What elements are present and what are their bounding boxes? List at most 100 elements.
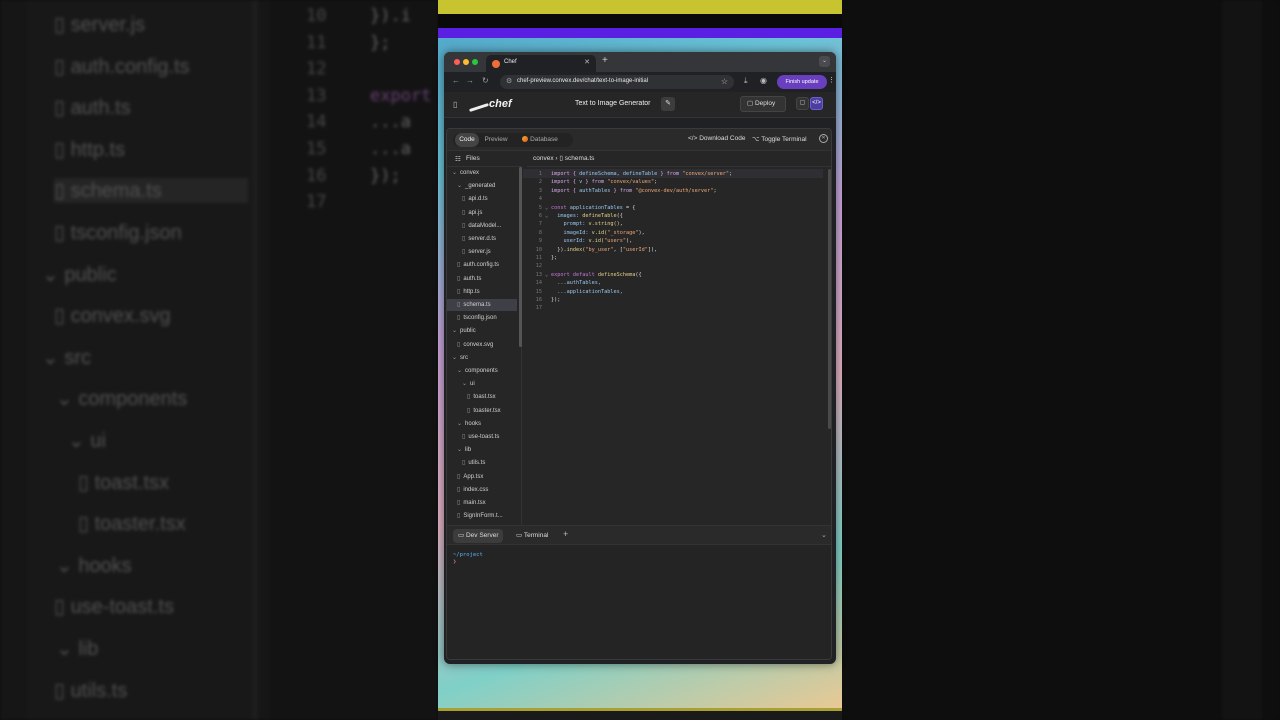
back-icon[interactable]: ← bbox=[452, 76, 460, 85]
file-tree-item[interactable]: ▯ toast.tsx bbox=[447, 391, 517, 403]
file-tree-item[interactable]: ▯ toaster.tsx bbox=[447, 405, 517, 417]
download-icon[interactable]: ⤓ bbox=[744, 76, 748, 86]
browser-window: Chef ✕ + ⌄ ← → ↻ ⚙ chef-preview.convex.d… bbox=[444, 52, 836, 664]
file-icon: ▯ bbox=[462, 196, 466, 203]
file-tree-item[interactable]: ▯ api.js bbox=[447, 207, 517, 219]
code-token: } from bbox=[582, 179, 608, 186]
file-tree-item[interactable]: ▯ SignInForm.t... bbox=[447, 510, 517, 522]
terminal-prompt: ❯ bbox=[453, 559, 457, 565]
chat-view-icon[interactable]: ▢ bbox=[796, 97, 809, 110]
file-tree-item[interactable]: ▯ http.ts bbox=[447, 286, 517, 298]
code-token: ({ bbox=[616, 213, 623, 219]
url-field[interactable]: ⚙ chef-preview.convex.dev/chat/text-to-i… bbox=[500, 75, 734, 89]
file-tree-label: server.js bbox=[468, 249, 491, 256]
file-tree: ⌄ convex ⌄ _generated ▯ api.d.ts ▯ api.js ▯ dataM… bbox=[447, 167, 522, 525]
file-tree-scrollbar[interactable] bbox=[519, 167, 522, 347]
file-tree-item[interactable]: ⌄ hooks bbox=[447, 418, 517, 430]
code-line: 17 bbox=[523, 304, 829, 313]
tab-database[interactable]: Database bbox=[515, 133, 565, 147]
file-tree-item[interactable]: ▯ schema.ts bbox=[447, 299, 517, 311]
file-tree-item[interactable]: ▯ dataModel... bbox=[447, 220, 517, 232]
file-tree-item[interactable]: ▯ tsconfig.json bbox=[447, 312, 517, 324]
file-tree-item[interactable]: ▯ auth.ts bbox=[447, 273, 517, 285]
background-file-item: ⌄ components bbox=[56, 388, 188, 411]
code-text: userId: v.id("users"), bbox=[551, 238, 632, 244]
collapse-panel-icon[interactable]: ⌄ bbox=[821, 531, 827, 539]
file-tree-item[interactable]: ⌄ public bbox=[447, 325, 517, 337]
file-tree-label: hooks bbox=[465, 420, 482, 427]
code-token: } from bbox=[657, 171, 683, 177]
close-window-button[interactable] bbox=[454, 59, 460, 65]
tab-preview[interactable]: Preview bbox=[481, 133, 511, 147]
file-tree-item[interactable]: ▯ server.js bbox=[447, 246, 517, 258]
file-tree-item[interactable]: ▯ main.tsx bbox=[447, 497, 517, 509]
folder-chevron-icon: ⌄ bbox=[457, 447, 463, 454]
close-tab-icon[interactable]: ✕ bbox=[584, 58, 590, 66]
toggle-terminal-button[interactable]: ⌥ Toggle Terminal bbox=[752, 135, 807, 143]
folder-chevron-icon: ⌄ bbox=[457, 183, 463, 190]
tab-terminal[interactable]: ▭ Terminal bbox=[511, 529, 553, 543]
folder-chevron-icon: ⌄ bbox=[457, 368, 463, 374]
folder-chevron-icon: ⌄ bbox=[457, 420, 463, 427]
reload-icon[interactable]: ↻ bbox=[482, 76, 489, 85]
tab-search-icon[interactable]: ⌄ bbox=[819, 56, 830, 67]
file-tree-label: main.tsx bbox=[463, 500, 486, 506]
file-tree-item[interactable]: ⌄ lib bbox=[447, 444, 517, 456]
file-tree-label: schema.ts bbox=[463, 302, 491, 308]
tab-code[interactable]: Code bbox=[455, 133, 479, 147]
code-token: "convex/server" bbox=[682, 171, 730, 177]
breadcrumb-folder[interactable]: convex bbox=[533, 155, 554, 162]
file-tree-item[interactable]: ▯ App.tsx bbox=[447, 471, 517, 483]
file-tree-item[interactable]: ▯ convex.svg bbox=[447, 339, 517, 351]
breadcrumb-file[interactable]: schema.ts bbox=[565, 155, 595, 162]
edit-title-pencil-icon[interactable]: ✎ bbox=[661, 97, 675, 111]
file-tree-item[interactable]: ⌄ ui bbox=[447, 378, 517, 390]
file-tree-item[interactable]: ▯ utils.ts bbox=[447, 457, 517, 469]
file-tree-item[interactable]: ▯ server.d.ts bbox=[447, 233, 517, 245]
file-tree-item[interactable]: ⌄ src bbox=[447, 352, 517, 364]
file-tree-item[interactable]: ⌄ _generated bbox=[447, 180, 517, 192]
site-info-icon[interactable]: ⚙ bbox=[506, 77, 512, 85]
tab-dev-server[interactable]: ▭ Dev Server bbox=[453, 529, 504, 543]
file-icon: ▯ bbox=[462, 460, 466, 467]
file-tree-item[interactable]: ▯ use-toast.ts bbox=[447, 431, 517, 443]
file-icon: ▯ bbox=[457, 486, 461, 493]
files-label: Files bbox=[466, 155, 480, 162]
file-tree-label: api.d.ts bbox=[468, 196, 488, 203]
file-tree-item[interactable]: ⌄ components bbox=[447, 365, 517, 377]
file-tree-item[interactable]: ▯ auth.config.ts bbox=[447, 259, 517, 271]
download-code-button[interactable]: </> Download Code bbox=[688, 135, 745, 142]
deploy-button[interactable]: ▢ Deploy bbox=[740, 96, 786, 112]
code-view-icon[interactable]: </> bbox=[810, 97, 823, 110]
chef-logo[interactable]: chef bbox=[489, 98, 512, 110]
maximize-window-button[interactable] bbox=[472, 59, 478, 65]
code-token: index( bbox=[566, 246, 586, 253]
file-tree-item[interactable]: ⌄ convex bbox=[447, 167, 517, 179]
editor-scrollbar[interactable] bbox=[828, 169, 831, 429]
file-icon: ▯ bbox=[462, 249, 466, 256]
code-token: defineTable bbox=[582, 213, 617, 219]
url-text: chef-preview.convex.dev/chat/text-to-ima… bbox=[517, 78, 649, 84]
file-icon: ▯ bbox=[457, 473, 461, 480]
file-icon: ▯ bbox=[457, 275, 461, 282]
terminal-output[interactable]: ~/project ❯ bbox=[447, 545, 831, 659]
files-icon: ☷ bbox=[455, 156, 461, 163]
line-number: 17 bbox=[535, 305, 542, 312]
browser-menu-icon[interactable]: ⋮ bbox=[828, 76, 835, 84]
file-tree-item[interactable]: ▯ api.d.ts bbox=[447, 193, 517, 205]
code-editor[interactable]: 1 import { defineSchema, defineTable } fr… bbox=[523, 167, 831, 525]
close-workbench-icon[interactable]: ✕ bbox=[819, 134, 828, 143]
code-token: ]), bbox=[647, 246, 658, 253]
file-tree-label: toast.tsx bbox=[473, 394, 496, 401]
finish-update-button[interactable]: Finish update bbox=[777, 75, 827, 89]
bookmark-star-icon[interactable]: ☆ bbox=[721, 77, 728, 86]
forward-icon[interactable]: → bbox=[466, 76, 474, 85]
profile-icon[interactable]: ◉ bbox=[760, 76, 767, 85]
file-tree-item[interactable]: ▯ index.css bbox=[447, 484, 517, 496]
add-terminal-icon[interactable]: + bbox=[563, 529, 568, 539]
browser-tab[interactable]: Chef ✕ bbox=[486, 55, 596, 72]
file-tree-label: lib bbox=[465, 447, 472, 454]
new-tab-icon[interactable]: + bbox=[602, 55, 608, 66]
minimize-window-button[interactable] bbox=[463, 59, 469, 65]
sidebar-toggle-icon[interactable]: ▯ bbox=[453, 100, 457, 109]
